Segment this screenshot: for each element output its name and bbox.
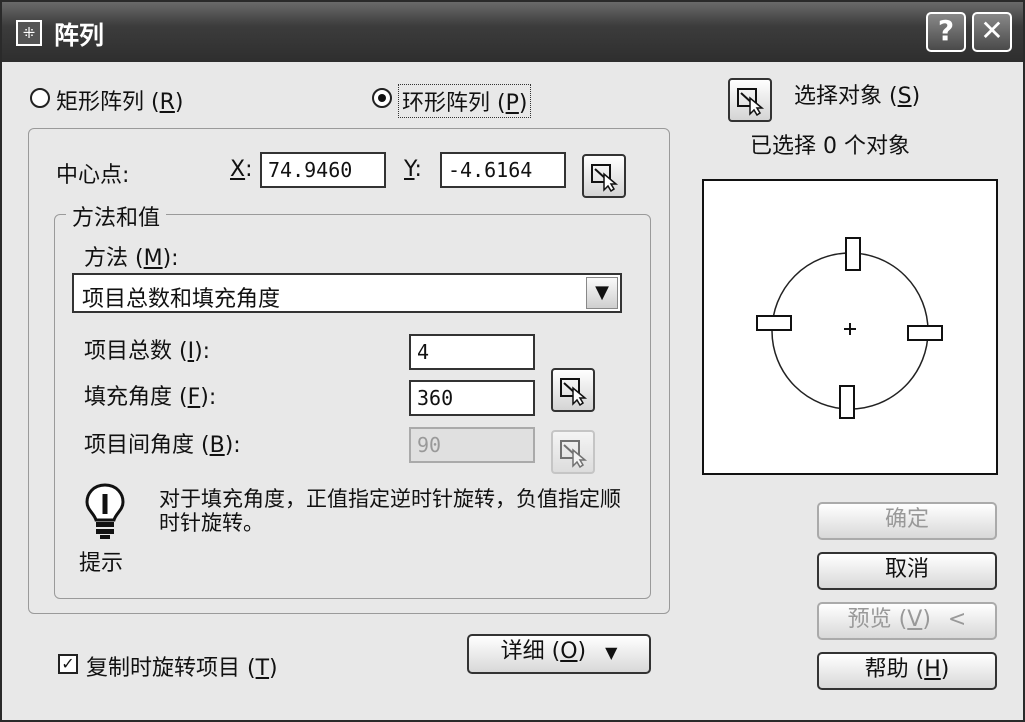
hint-text: 对于填充角度，正值指定逆时针旋转，负值指定顺时针旋转。 xyxy=(159,487,621,535)
pick-fill-angle-button[interactable] xyxy=(551,368,595,412)
array-preview xyxy=(702,179,998,475)
pick-between-angle-button xyxy=(551,430,595,474)
chevron-down-icon[interactable]: ▼ xyxy=(586,277,618,309)
rotate-items-checkbox[interactable]: ✓ xyxy=(58,654,78,674)
polar-array-label[interactable]: 环形阵列 (P) xyxy=(398,84,532,118)
hint-label: 提示 xyxy=(79,551,124,576)
chevron-down-icon: ▼ xyxy=(605,643,618,662)
between-angle-label: 项目间角度 (B): xyxy=(84,433,241,458)
rect-array-label[interactable]: 矩形阵列 (R) xyxy=(56,84,183,116)
fill-angle-label: 填充角度 (F): xyxy=(84,385,217,410)
rotate-items-label[interactable]: 复制时旋转项目 (T) xyxy=(86,650,278,682)
pick-point-icon xyxy=(591,164,619,192)
select-objects-button[interactable] xyxy=(728,78,772,122)
center-point-label: 中心点: xyxy=(56,163,130,188)
polar-array-radio[interactable] xyxy=(372,88,392,108)
method-group-legend: 方法和值 xyxy=(66,200,167,232)
help-title-button[interactable]: ? xyxy=(926,12,966,52)
rect-array-radio[interactable] xyxy=(30,88,50,108)
method-label: 方法 (M): xyxy=(84,246,179,271)
select-objects-label[interactable]: 选择对象 (S) xyxy=(794,78,920,110)
fill-angle-input[interactable]: 360 xyxy=(409,380,535,416)
pick-point-icon xyxy=(737,88,765,116)
total-items-label: 项目总数 (I): xyxy=(84,339,211,364)
center-x-input[interactable]: 74.9460 xyxy=(260,152,386,188)
selection-status: 已选择 0 个对象 xyxy=(750,134,910,159)
details-button[interactable]: 详细 (O) ▼ xyxy=(467,634,651,674)
between-angle-input: 90 xyxy=(409,427,535,463)
center-y-label: Y: xyxy=(404,157,422,182)
method-select-value: 项目总数和填充角度 xyxy=(82,287,281,312)
pick-center-button[interactable] xyxy=(582,154,626,198)
title-bar[interactable]: ⁜ 阵列 ? ✕ xyxy=(2,2,1023,62)
preview-graphic xyxy=(756,237,943,419)
total-items-input[interactable]: 4 xyxy=(409,334,535,370)
cancel-button[interactable]: 取消 xyxy=(817,552,997,590)
preview-button: 预览 (V) < xyxy=(817,602,997,640)
lightbulb-icon xyxy=(85,483,125,539)
pick-point-icon xyxy=(560,378,588,406)
dialog-title: 阵列 xyxy=(54,21,105,50)
center-x-label: X: xyxy=(230,157,253,182)
help-button[interactable]: 帮助 (H) xyxy=(817,652,997,690)
close-button[interactable]: ✕ xyxy=(972,12,1012,52)
array-dialog: ⁜ 阵列 ? ✕ 矩形阵列 (R) 环形阵列 (P) 选择对象 (S) 已选择 … xyxy=(0,0,1025,722)
array-icon: ⁜ xyxy=(16,20,42,46)
center-y-input[interactable]: -4.6164 xyxy=(440,152,566,188)
close-icon: ✕ xyxy=(980,14,1004,47)
ok-button: 确定 xyxy=(817,502,997,540)
method-select[interactable]: 项目总数和填充角度 ▼ xyxy=(72,273,622,313)
pick-point-icon xyxy=(560,440,588,468)
